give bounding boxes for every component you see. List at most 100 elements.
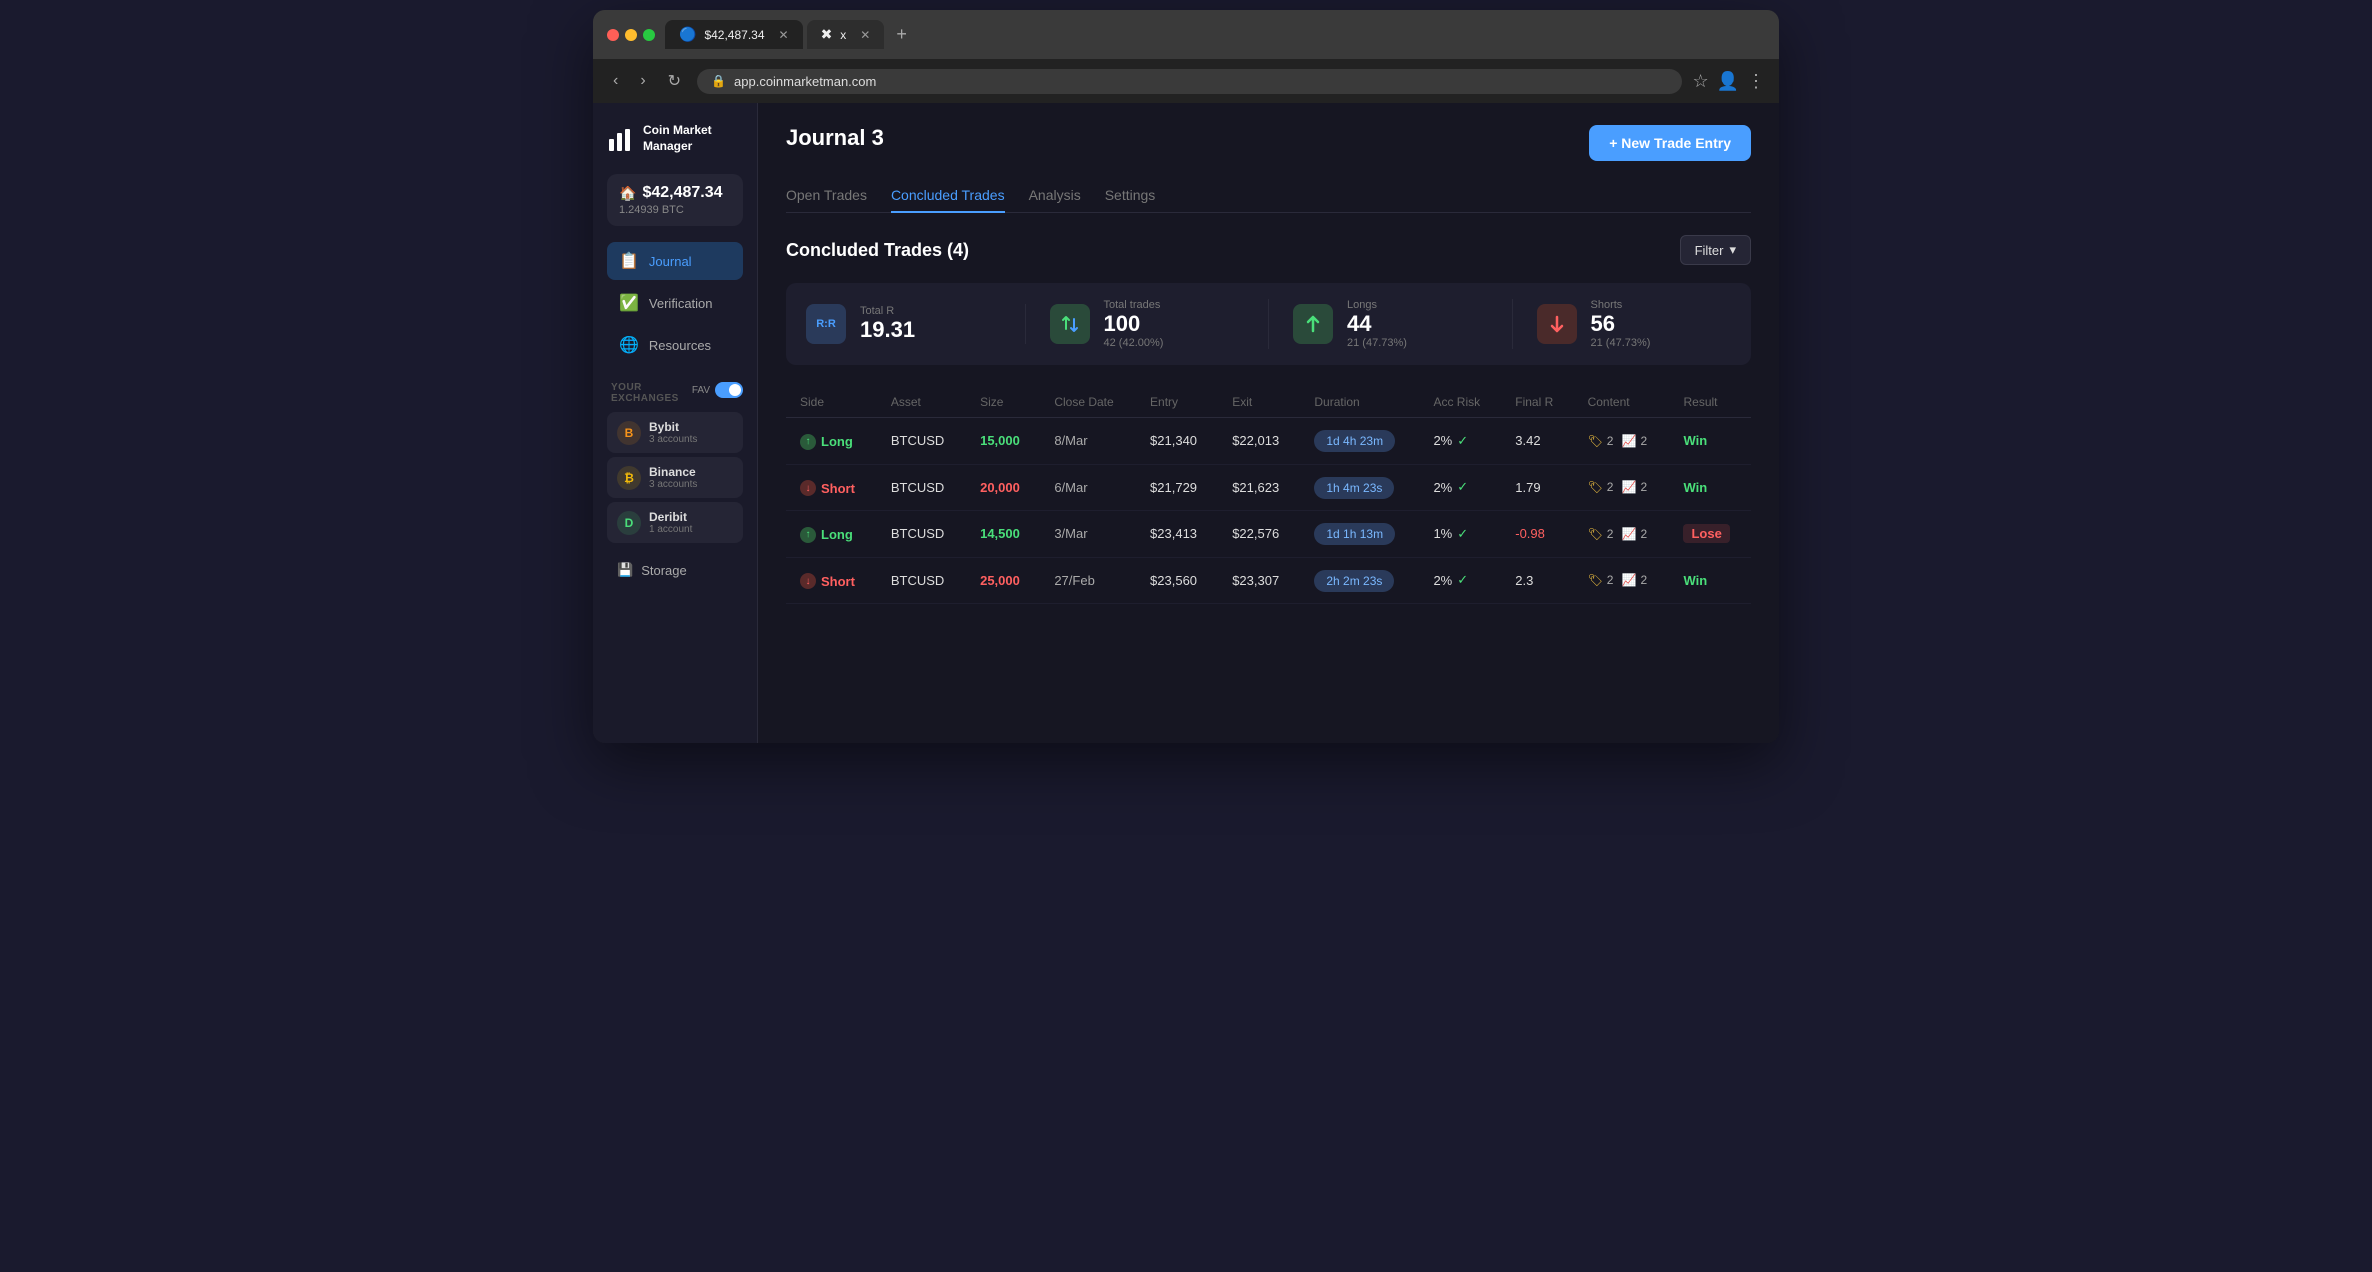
table-row[interactable]: ↓ Short BTCUSD 25,000 27/Feb $23,560 $23…	[786, 557, 1751, 604]
deribit-accounts: 1 account	[649, 524, 692, 535]
tab-settings[interactable]: Settings	[1105, 179, 1156, 213]
fav-toggle[interactable]	[715, 382, 743, 398]
lock-icon: 🔒	[711, 74, 726, 88]
col-asset: Asset	[877, 387, 966, 418]
col-side: Side	[786, 387, 877, 418]
trade-size-0: 15,000	[966, 418, 1040, 465]
sidebar-item-verification[interactable]: ✅ Verification	[607, 284, 743, 322]
tab-analysis[interactable]: Analysis	[1029, 179, 1081, 213]
arrows-icon-box	[1050, 304, 1090, 344]
trade-result-1: Win	[1669, 464, 1751, 511]
new-tab-button[interactable]: +	[888, 20, 915, 49]
journal-icon: 📋	[619, 251, 639, 271]
chart-icon-3: 📈	[1621, 573, 1636, 587]
stat-shorts: Shorts 56 21 (47.73%)	[1537, 299, 1732, 349]
reload-button[interactable]: ↻	[662, 67, 687, 95]
result-win: Win	[1683, 573, 1707, 588]
acc-risk-value-0: 2%	[1433, 433, 1452, 448]
exchange-deribit[interactable]: D Deribit 1 account	[607, 502, 743, 543]
exchanges-section-label: YOUR EXCHANGES	[611, 382, 692, 404]
sidebar-item-resources[interactable]: 🌐 Resources	[607, 326, 743, 364]
logo-icon	[607, 124, 635, 154]
trade-exit-1: $21,623	[1218, 464, 1300, 511]
trade-duration-3: 2h 2m 23s	[1300, 557, 1419, 604]
trade-content-1: 🏷 2 📈 2	[1574, 464, 1670, 511]
url-text: app.coinmarketman.com	[734, 74, 876, 89]
exchange-binance[interactable]: ₿ Binance 3 accounts	[607, 457, 743, 498]
deribit-icon: D	[617, 511, 641, 535]
side-dot-1: ↓	[800, 480, 816, 496]
table-row[interactable]: ↑ Long BTCUSD 14,500 3/Mar $23,413 $22,5…	[786, 511, 1751, 558]
trade-final-r-2: -0.98	[1501, 511, 1573, 558]
filter-label: Filter	[1695, 243, 1724, 258]
trade-close-date-3: 27/Feb	[1040, 557, 1136, 604]
page-header: Journal 3 + New Trade Entry	[786, 125, 1751, 161]
tab-close-2[interactable]: ✕	[860, 28, 870, 42]
trade-close-date-1: 6/Mar	[1040, 464, 1136, 511]
long-arrow-icon-box	[1293, 304, 1333, 344]
trade-side-0: ↑ Long	[786, 418, 877, 465]
menu-button[interactable]: ⋮	[1747, 71, 1765, 92]
tabs-row: Open Trades Concluded Trades Analysis Se…	[786, 179, 1751, 213]
trade-exit-3: $23,307	[1218, 557, 1300, 604]
trade-close-date-0: 8/Mar	[1040, 418, 1136, 465]
table-row[interactable]: ↓ Short BTCUSD 20,000 6/Mar $21,729 $21,…	[786, 464, 1751, 511]
sidebar-item-verification-label: Verification	[649, 296, 713, 311]
binance-name: Binance	[649, 465, 697, 479]
tab-concluded-trades[interactable]: Concluded Trades	[891, 179, 1005, 213]
tab-coinmarketman[interactable]: 🔵 $42,487.34 ✕	[665, 20, 803, 49]
col-exit: Exit	[1218, 387, 1300, 418]
col-size: Size	[966, 387, 1040, 418]
sidebar-item-journal[interactable]: 📋 Journal	[607, 242, 743, 280]
trades-table: Side Asset Size Close Date Entry Exit Du…	[786, 387, 1751, 604]
longs-value: 44	[1347, 311, 1407, 337]
table-row[interactable]: ↑ Long BTCUSD 15,000 8/Mar $21,340 $22,0…	[786, 418, 1751, 465]
rr-icon-box: R:R	[806, 304, 846, 344]
trade-duration-1: 1h 4m 23s	[1300, 464, 1419, 511]
traffic-light-yellow[interactable]	[625, 29, 637, 41]
tab-open-trades[interactable]: Open Trades	[786, 179, 867, 213]
tab-favicon-1: 🔵	[679, 26, 696, 43]
col-acc-risk: Acc Risk	[1419, 387, 1501, 418]
filter-button[interactable]: Filter ▾	[1680, 235, 1751, 265]
result-win: Win	[1683, 480, 1707, 495]
tag-icon-0: 🏷	[1588, 434, 1603, 448]
traffic-light-red[interactable]	[607, 29, 619, 41]
tab-x[interactable]: ✖ x ✕	[807, 20, 885, 49]
filter-chevron-icon: ▾	[1729, 242, 1736, 258]
rr-sub-label: Total R	[860, 305, 915, 317]
col-close-date: Close Date	[1040, 387, 1136, 418]
short-arrow-icon-box	[1537, 304, 1577, 344]
address-bar[interactable]: 🔒 app.coinmarketman.com	[697, 69, 1682, 94]
bookmark-button[interactable]: ☆	[1692, 71, 1708, 92]
bybit-icon: B	[617, 421, 641, 445]
trade-acc-risk-3: 2% ✓	[1419, 557, 1501, 604]
profile-button[interactable]: 👤	[1717, 71, 1739, 92]
trade-size-3: 25,000	[966, 557, 1040, 604]
forward-button[interactable]: ›	[634, 68, 651, 94]
trade-content-3: 🏷 2 📈 2	[1574, 557, 1670, 604]
content-tags-0: 2	[1607, 434, 1614, 448]
side-text-0: Long	[821, 434, 853, 449]
tab-title-1: $42,487.34	[704, 28, 764, 42]
exchange-bybit[interactable]: B Bybit 3 accounts	[607, 412, 743, 453]
rr-value: 19.31	[860, 317, 915, 343]
col-entry: Entry	[1136, 387, 1218, 418]
check-icon-2: ✓	[1457, 526, 1468, 542]
home-icon: 🏠	[619, 185, 636, 202]
result-win: Win	[1683, 433, 1707, 448]
sidebar-item-storage[interactable]: 💾 Storage	[607, 553, 743, 587]
result-lose: Lose	[1683, 524, 1729, 543]
tab-close-1[interactable]: ✕	[779, 28, 789, 42]
content-charts-0: 2	[1640, 434, 1647, 448]
trade-final-r-1: 1.79	[1501, 464, 1573, 511]
new-trade-button[interactable]: + New Trade Entry	[1589, 125, 1751, 161]
back-button[interactable]: ‹	[607, 68, 624, 94]
traffic-light-green[interactable]	[643, 29, 655, 41]
sidebar: Coin Market Manager 🏠 $42,487.34 1.24939…	[593, 103, 758, 743]
stat-longs: Longs 44 21 (47.73%)	[1293, 299, 1513, 349]
balance-card[interactable]: 🏠 $42,487.34 1.24939 BTC	[607, 174, 743, 226]
trade-asset-1: BTCUSD	[877, 464, 966, 511]
trade-entry-3: $23,560	[1136, 557, 1218, 604]
tab-favicon-2: ✖	[821, 26, 833, 43]
